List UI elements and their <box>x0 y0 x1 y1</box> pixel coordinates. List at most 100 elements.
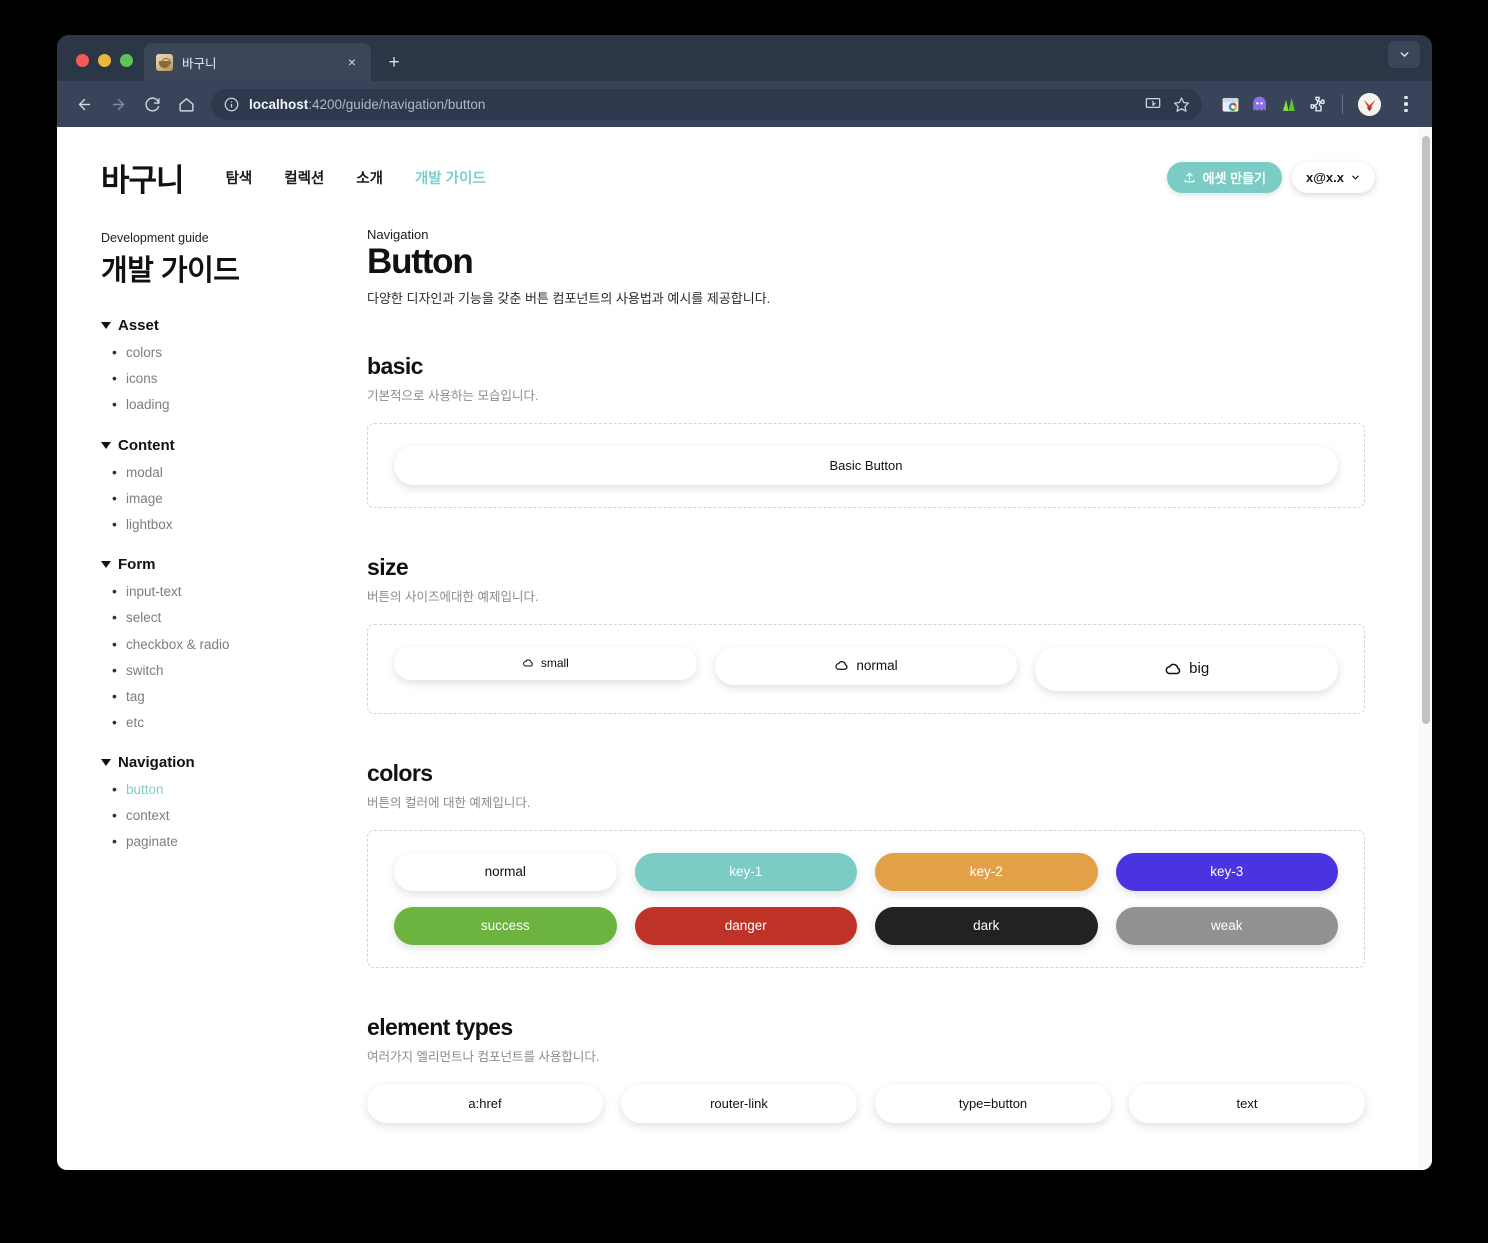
scrollbar-thumb[interactable] <box>1421 136 1430 724</box>
chrome-store-icon[interactable] <box>1220 94 1240 114</box>
browser-window: 바구니 × + localhost:4200/guide/navigation/… <box>57 35 1432 1170</box>
home-icon[interactable] <box>171 89 201 119</box>
section-basic: basic 기본적으로 사용하는 모습입니다. Basic Button <box>367 353 1365 508</box>
sidebar-item-tag[interactable]: tag <box>112 686 329 707</box>
nav-item-collection[interactable]: 컬렉션 <box>284 167 324 188</box>
color-button-key-3[interactable]: key-3 <box>1115 852 1338 891</box>
kebab-menu-icon[interactable] <box>1394 91 1418 117</box>
nav-item-explore[interactable]: 탐색 <box>226 167 253 188</box>
sidebar-group-content: Content modal image lightbox <box>101 437 329 535</box>
nav-item-dev-guide[interactable]: 개발 가이드 <box>415 167 486 188</box>
install-icon[interactable] <box>1142 93 1164 115</box>
sidebar-group-header[interactable]: Asset <box>101 317 329 334</box>
back-arrow-icon[interactable] <box>69 89 99 119</box>
site-logo[interactable]: 바구니 <box>101 155 185 200</box>
color-button-normal[interactable]: normal <box>394 852 617 891</box>
sidebar-item-switch[interactable]: switch <box>112 660 329 681</box>
section-element-types: element types 여러가지 엘리먼트나 컴포넌트를 사용합니다. a:… <box>367 1014 1365 1123</box>
window-traffic-lights <box>57 54 133 81</box>
sidebar-item-modal[interactable]: modal <box>112 462 329 483</box>
section-description: 여러가지 엘리먼트나 컴포넌트를 사용합니다. <box>367 1049 600 1064</box>
sidebar-group-header[interactable]: Content <box>101 437 329 454</box>
element-type-text[interactable]: text <box>1129 1083 1365 1123</box>
size-normal-button[interactable]: normal <box>714 646 1018 685</box>
sidebar-item-image[interactable]: image <box>112 488 329 509</box>
element-type-a-href[interactable]: a:href <box>367 1083 603 1123</box>
browser-tab-strip: 바구니 × + <box>57 35 1432 81</box>
header-actions: 에셋 만들기 x@x.x <box>1166 161 1375 193</box>
star-icon[interactable] <box>1170 93 1192 115</box>
sidebar-item-input-text[interactable]: input-text <box>112 581 329 602</box>
sidebar-item-paginate[interactable]: paginate <box>112 831 329 852</box>
demo-box: a:href router-link type=button text <box>367 1083 1365 1123</box>
chevron-down-icon[interactable] <box>1388 41 1420 68</box>
account-menu-button[interactable]: x@x.x <box>1292 161 1375 193</box>
sidebar-item-context[interactable]: context <box>112 805 329 826</box>
size-normal-label: normal <box>856 658 898 673</box>
ghost-extension-icon[interactable] <box>1249 94 1269 114</box>
sidebar-item-select[interactable]: select <box>112 607 329 628</box>
close-window-button[interactable] <box>76 54 89 67</box>
size-small-button[interactable]: small <box>394 646 697 680</box>
content-wrapper: Development guide 개발 가이드 Asset colors ic… <box>57 205 1419 1123</box>
demo-box: Basic Button <box>367 422 1365 508</box>
analytics-extension-icon[interactable] <box>1278 94 1298 114</box>
browser-tab[interactable]: 바구니 × <box>144 43 371 81</box>
caret-down-icon <box>101 561 111 569</box>
basic-button[interactable]: Basic Button <box>394 445 1338 485</box>
color-button-success[interactable]: success <box>394 906 617 945</box>
sidebar-item-lightbox[interactable]: lightbox <box>112 514 329 535</box>
page-description: 다양한 디자인과 기능을 갖춘 버튼 컴포넌트의 사용법과 예시를 제공합니다. <box>367 290 771 306</box>
profile-avatar[interactable] <box>1358 92 1381 116</box>
demo-box: small normal big <box>367 623 1365 714</box>
sidebar-group-header[interactable]: Navigation <box>101 754 329 771</box>
size-small-label: small <box>540 656 569 670</box>
sidebar-item-colors[interactable]: colors <box>112 342 329 363</box>
maximize-window-button[interactable] <box>120 54 133 67</box>
upload-icon <box>1183 171 1196 184</box>
page-scrollbar[interactable] <box>1419 127 1432 1170</box>
sidebar-list: colors icons loading <box>101 342 329 415</box>
main-content: Navigation Button 다양한 디자인과 기능을 갖춘 버튼 컴포넌… <box>329 227 1375 1123</box>
section-colors: colors 버튼의 컬러에 대한 예제입니다. normal key-1 ke… <box>367 760 1365 968</box>
reload-icon[interactable] <box>137 89 167 119</box>
size-big-button[interactable]: big <box>1035 646 1339 691</box>
sidebar: Development guide 개발 가이드 Asset colors ic… <box>101 227 329 1123</box>
sidebar-group-header[interactable]: Form <box>101 556 329 573</box>
color-button-key-1[interactable]: key-1 <box>634 852 857 891</box>
caret-down-icon <box>101 759 111 767</box>
sidebar-item-button[interactable]: button <box>112 779 329 800</box>
new-tab-button[interactable]: + <box>380 48 408 76</box>
page-viewport: 바구니 탐색 컬렉션 소개 개발 가이드 에셋 만들기 x@x.x Develo… <box>57 127 1432 1170</box>
forward-arrow-icon[interactable] <box>103 89 133 119</box>
sidebar-item-checkbox-radio[interactable]: checkbox & radio <box>112 634 329 655</box>
section-size: size 버튼의 사이즈에대한 예제입니다. small normal big <box>367 554 1365 714</box>
close-icon[interactable]: × <box>343 53 361 71</box>
doc-breadcrumb: Navigation <box>367 227 429 242</box>
browser-toolbar: localhost:4200/guide/navigation/button <box>57 81 1432 127</box>
account-email: x@x.x <box>1306 169 1344 185</box>
size-button-row: small normal big <box>394 646 1339 691</box>
address-bar[interactable]: localhost:4200/guide/navigation/button <box>211 88 1202 120</box>
section-description: 버튼의 사이즈에대한 예제입니다. <box>367 589 539 604</box>
nav-item-about[interactable]: 소개 <box>356 167 383 188</box>
element-type-router-link[interactable]: router-link <box>621 1083 857 1123</box>
sidebar-item-icons[interactable]: icons <box>112 368 329 389</box>
color-button-weak[interactable]: weak <box>1115 906 1338 945</box>
minimize-window-button[interactable] <box>98 54 111 67</box>
color-button-danger[interactable]: danger <box>634 906 857 945</box>
sidebar-item-etc[interactable]: etc <box>112 712 329 733</box>
url-host: localhost <box>249 96 309 112</box>
element-type-type-button[interactable]: type=button <box>875 1083 1111 1123</box>
info-circle-icon[interactable] <box>223 96 240 113</box>
url-path: :4200/guide/navigation/button <box>308 96 486 112</box>
sidebar-group-asset: Asset colors icons loading <box>101 317 329 415</box>
puzzle-extension-icon[interactable] <box>1307 94 1327 114</box>
basket-favicon <box>156 53 173 71</box>
create-asset-button[interactable]: 에셋 만들기 <box>1166 161 1283 193</box>
color-button-dark[interactable]: dark <box>875 906 1098 945</box>
sidebar-item-loading[interactable]: loading <box>112 394 329 415</box>
sidebar-group-label: Content <box>118 436 175 454</box>
color-button-key-2[interactable]: key-2 <box>875 852 1098 891</box>
demo-box: normal key-1 key-2 key-3 success danger … <box>367 829 1365 968</box>
